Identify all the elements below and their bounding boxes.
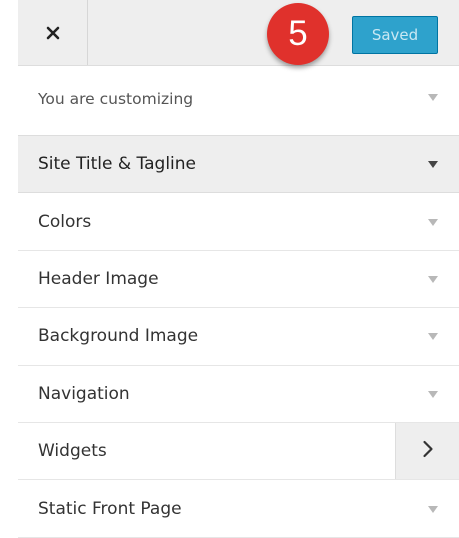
section-label: Header Image: [38, 268, 159, 289]
caret-down-icon: [428, 161, 438, 169]
saved-button[interactable]: Saved: [352, 16, 438, 54]
section-widgets[interactable]: Widgets: [18, 422, 459, 481]
step-number-badge: 5: [267, 3, 329, 65]
section-label: Widgets: [38, 441, 107, 462]
customizer-panel: Saved You are customizing Site Title & T…: [18, 0, 459, 538]
section-label: Background Image: [38, 326, 199, 347]
caret-down-icon: [428, 333, 438, 341]
section-colors[interactable]: Colors: [18, 193, 459, 251]
close-button[interactable]: [18, 0, 88, 65]
customizing-info-label: You are customizing: [38, 90, 194, 108]
caret-down-icon: [428, 275, 438, 283]
caret-down-icon: [428, 505, 438, 513]
section-header-image[interactable]: Header Image: [18, 250, 459, 309]
caret-down-icon: [428, 94, 438, 101]
section-background-image[interactable]: Background Image: [18, 308, 459, 366]
close-icon: [46, 26, 60, 40]
chevron-right-icon: [422, 440, 434, 462]
caret-down-icon: [428, 218, 438, 226]
section-site-title-tagline[interactable]: Site Title & Tagline: [18, 136, 459, 194]
section-label: Navigation: [38, 383, 130, 404]
section-label: Site Title & Tagline: [38, 154, 196, 175]
section-static-front-page[interactable]: Static Front Page: [18, 480, 459, 538]
section-navigation[interactable]: Navigation: [18, 365, 459, 423]
section-label: Static Front Page: [38, 498, 182, 519]
customizer-header: Saved: [18, 0, 459, 66]
widgets-open-button[interactable]: [395, 422, 459, 480]
section-label: Colors: [38, 211, 92, 232]
customizing-info[interactable]: You are customizing: [18, 66, 459, 136]
caret-down-icon: [428, 390, 438, 398]
